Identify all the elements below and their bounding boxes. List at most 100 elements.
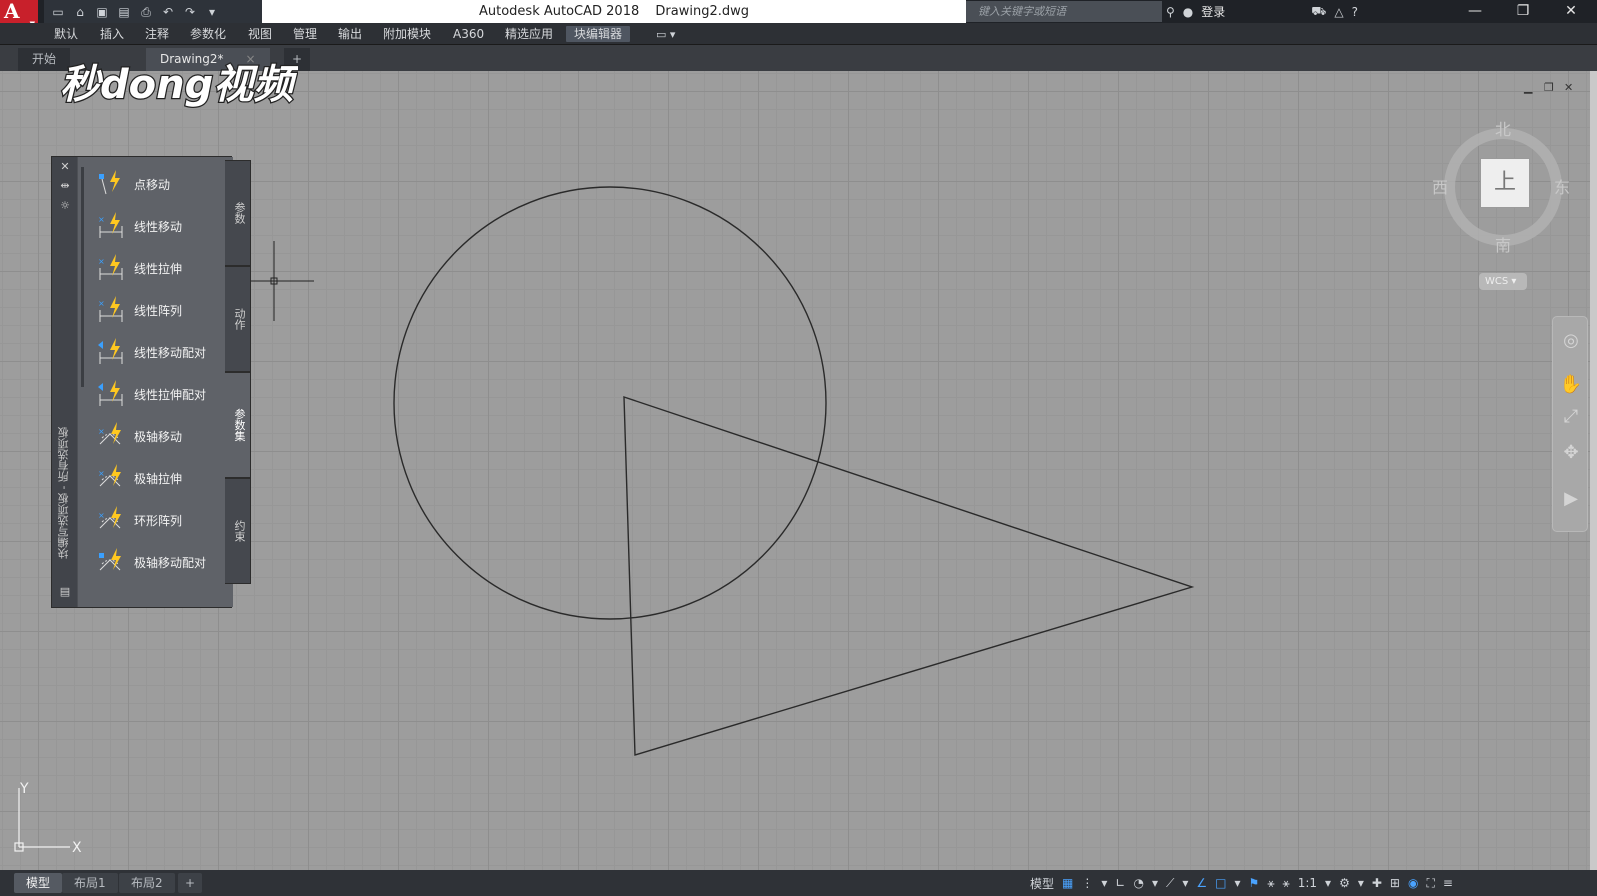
viewport-close-icon[interactable]: ✕: [1564, 81, 1573, 94]
a360-icon[interactable]: △: [1334, 5, 1343, 19]
customize-dropdown-icon[interactable]: ▾: [204, 5, 220, 19]
annotation-scale-icon[interactable]: ⚹: [1283, 876, 1290, 891]
undo-icon[interactable]: ↶: [160, 5, 176, 19]
grid-icon[interactable]: ▦: [1062, 876, 1073, 890]
isometric-icon[interactable]: ⟋: [1166, 876, 1174, 891]
fullscreen-icon[interactable]: ⛶: [1426, 876, 1434, 891]
palette-close-icon[interactable]: ✕: [58, 160, 72, 173]
tab-parametric[interactable]: 参数化: [190, 26, 226, 42]
palette-item[interactable]: × 极轴拉伸: [92, 456, 232, 496]
wcs-label: WCS: [1485, 276, 1509, 287]
login-button[interactable]: 登录: [1201, 3, 1225, 20]
chevron-down-icon[interactable]: ▾: [1235, 876, 1241, 890]
viewport-restore-icon[interactable]: ❐: [1544, 81, 1554, 94]
polar-tracking-icon[interactable]: ◔: [1133, 876, 1143, 890]
save-icon[interactable]: ▣: [94, 5, 110, 19]
compass-east[interactable]: 东: [1554, 174, 1570, 198]
point-move-icon: [99, 170, 120, 195]
viewcube[interactable]: 上 北 南 西 东: [1432, 116, 1572, 256]
palette-autohide-icon[interactable]: ⇹: [58, 179, 72, 192]
restore-button[interactable]: ❐: [1500, 0, 1546, 23]
steering-wheel-icon[interactable]: ◎: [1559, 329, 1583, 353]
palette-item[interactable]: × 线性阵列: [92, 288, 232, 328]
chevron-down-icon[interactable]: ▾: [1325, 876, 1331, 890]
palette-item[interactable]: × 线性拉伸: [92, 246, 232, 286]
palette-menu-icon[interactable]: ▤: [58, 585, 72, 598]
save-as-icon[interactable]: ▤: [116, 5, 132, 19]
pan-hand-icon[interactable]: ✋: [1559, 373, 1583, 397]
object-snap-tracking-icon[interactable]: ∠: [1196, 876, 1207, 890]
chevron-down-icon[interactable]: ▾: [1152, 876, 1158, 890]
tab-manage[interactable]: 管理: [293, 26, 317, 42]
layout-tab-model[interactable]: 模型: [14, 873, 63, 893]
palette-item[interactable]: × 线性移动: [92, 204, 232, 244]
customization-menu-icon[interactable]: ≡: [1443, 876, 1453, 890]
tab-output[interactable]: 输出: [338, 26, 362, 42]
snap-icon[interactable]: ⋮: [1081, 876, 1093, 890]
annotation-visibility-icon[interactable]: ⚑: [1249, 876, 1260, 890]
wcs-menu[interactable]: WCS ▾: [1479, 273, 1527, 290]
annotation-monitor-icon[interactable]: ✚: [1372, 876, 1382, 890]
tab-featured-apps[interactable]: 精选应用: [505, 26, 553, 42]
palette-properties-icon[interactable]: ☼: [58, 199, 72, 212]
units-icon[interactable]: ⊞: [1390, 876, 1400, 890]
chevron-down-icon[interactable]: ▾: [1101, 876, 1107, 890]
tab-annotate[interactable]: 注释: [145, 26, 169, 42]
auto-scale-icon[interactable]: ⚹: [1267, 876, 1274, 891]
showmotion-icon[interactable]: ▶: [1559, 487, 1583, 511]
ortho-icon[interactable]: ∟: [1115, 876, 1125, 890]
polar-stretch-icon: ×: [98, 464, 121, 487]
model-space-button[interactable]: 模型: [1030, 875, 1054, 892]
tab-a360[interactable]: A360: [453, 26, 484, 42]
application-menu-button[interactable]: A▼: [0, 0, 38, 28]
palette-tab-parameters[interactable]: 参数: [225, 160, 251, 266]
annotation-scale-value[interactable]: 1:1: [1298, 876, 1317, 890]
object-snap-icon[interactable]: □: [1215, 876, 1226, 890]
canvas-vertical-scrollbar[interactable]: [1590, 71, 1597, 870]
chevron-down-icon[interactable]: ▾: [1358, 876, 1364, 890]
open-folder-icon[interactable]: ⌂: [72, 5, 88, 19]
palette-item[interactable]: × 环形阵列: [92, 498, 232, 538]
isolate-objects-icon[interactable]: ◉: [1408, 876, 1418, 890]
watermark-text: 秒dong视频: [60, 62, 298, 108]
zoom-extents-icon[interactable]: ⤢: [1559, 405, 1583, 429]
layout-tab-layout2[interactable]: 布局2: [119, 873, 175, 893]
palette-tab-constraints[interactable]: 约束: [225, 478, 251, 584]
palette-item[interactable]: 极轴移动配对: [92, 540, 232, 580]
viewport-minimize-icon[interactable]: ▁: [1524, 81, 1532, 94]
add-layout-button[interactable]: +: [178, 873, 203, 893]
layout-tab-layout1[interactable]: 布局1: [62, 873, 118, 893]
orbit-icon[interactable]: ✥: [1559, 441, 1583, 465]
block-authoring-palette: ✕ ⇹ ☼ 块编写选项板 - 所有选项板 ▤ 点移动 × 线性移动 × 线性拉伸…: [51, 156, 233, 608]
ribbon-toggle-icon[interactable]: ▭ ▾: [656, 28, 675, 41]
compass-south[interactable]: 南: [1495, 232, 1511, 256]
tab-view[interactable]: 视图: [248, 26, 272, 42]
new-file-icon[interactable]: ▭: [50, 5, 66, 19]
tab-insert[interactable]: 插入: [100, 26, 124, 42]
print-icon[interactable]: ⎙: [138, 5, 154, 19]
chevron-down-icon[interactable]: ▾: [1182, 876, 1188, 890]
help-icon[interactable]: ?: [1352, 5, 1358, 19]
palette-titlebar: ✕ ⇹ ☼ 块编写选项板 - 所有选项板 ▤: [52, 157, 77, 607]
redo-icon[interactable]: ↷: [182, 5, 198, 19]
minimize-button[interactable]: —: [1452, 0, 1498, 23]
tab-default[interactable]: 默认: [54, 26, 78, 42]
search-input[interactable]: 键入关键字或短语: [966, 1, 1162, 22]
palette-tab-actions[interactable]: 动作: [225, 266, 251, 372]
viewcube-top-face[interactable]: 上: [1480, 158, 1530, 208]
palette-item[interactable]: 线性拉伸配对: [92, 372, 232, 412]
palette-item[interactable]: 线性移动配对: [92, 330, 232, 370]
tab-addins[interactable]: 附加模块: [383, 26, 431, 42]
tab-block-editor[interactable]: 块编辑器: [566, 26, 631, 42]
palette-item-label: 线性拉伸: [134, 262, 183, 276]
palette-scrollbar[interactable]: [81, 167, 84, 387]
palette-item[interactable]: × 极轴移动: [92, 414, 232, 454]
compass-north[interactable]: 北: [1495, 116, 1511, 140]
palette-tab-parameter-sets[interactable]: 参数集: [225, 372, 251, 478]
binoculars-icon[interactable]: ⚲: [1166, 5, 1175, 19]
workspace-gear-icon[interactable]: ⚙: [1339, 876, 1350, 890]
compass-west[interactable]: 西: [1432, 174, 1448, 198]
palette-item[interactable]: 点移动: [92, 162, 232, 202]
close-button[interactable]: ✕: [1548, 0, 1594, 23]
cart-icon[interactable]: ⛟: [1311, 4, 1326, 20]
